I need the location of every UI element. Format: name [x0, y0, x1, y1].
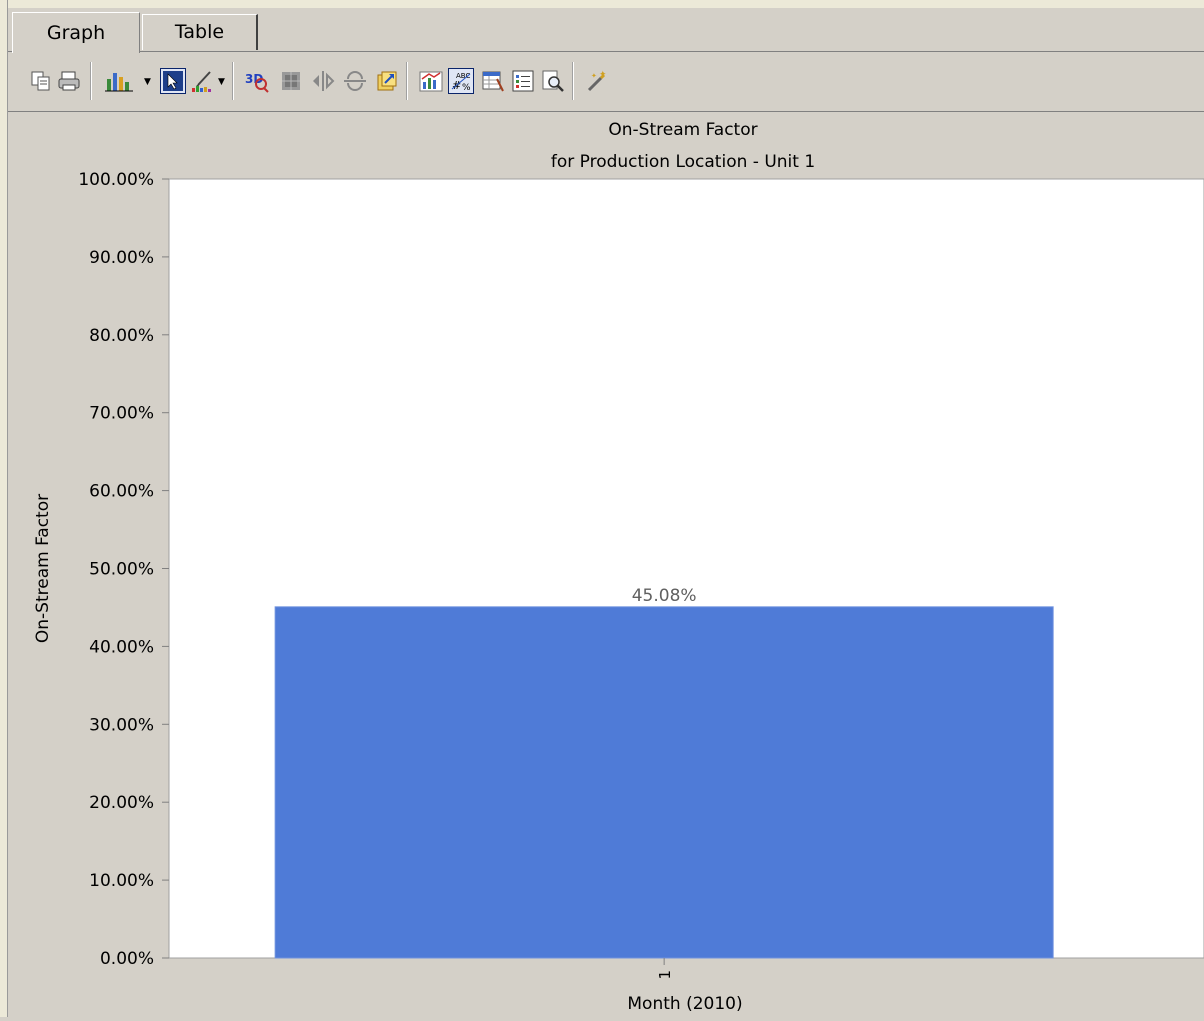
chart-type-dropdown-icon[interactable]: ▼ [144, 78, 152, 87]
y-axis-label: On-Stream Factor [33, 494, 53, 643]
legend-icon[interactable] [510, 68, 536, 94]
y-tick-label: 70.00% [89, 404, 154, 424]
bar-chart-type-icon[interactable] [100, 68, 140, 94]
grid-icon[interactable] [278, 68, 304, 94]
zoom-icon[interactable] [540, 68, 566, 94]
bar [274, 606, 1054, 959]
y-tick-label: 30.00% [89, 715, 154, 735]
y-tick-label: 40.00% [89, 637, 154, 657]
y-tick-label: 80.00% [89, 326, 154, 346]
axis-settings-icon[interactable] [418, 68, 444, 94]
chart-panel: On-Stream Factor for Production Location … [8, 112, 1204, 1017]
chart-title: On-Stream Factor [608, 120, 757, 140]
svg-text:✦: ✦ [599, 70, 607, 80]
tab-table[interactable]: Table [142, 14, 258, 50]
data-editor-icon[interactable] [480, 68, 506, 94]
tab-bar: Graph Table [8, 8, 1204, 53]
palette-icon[interactable] [190, 68, 216, 94]
rotate-horizontal-icon[interactable] [310, 68, 336, 94]
chart-subtitle: for Production Location - Unit 1 [551, 152, 815, 172]
y-tick-label: 50.00% [89, 560, 154, 580]
tab-graph[interactable]: Graph [12, 12, 140, 53]
rotate-vertical-icon[interactable] [342, 68, 368, 94]
y-tick-label: 0.00% [100, 949, 154, 969]
window-frame-left [0, 0, 8, 1017]
copy-icon[interactable] [28, 68, 54, 94]
bar-value-label: 45.08% [632, 586, 697, 606]
y-tick-label: 10.00% [89, 871, 154, 891]
svg-text:%: % [462, 83, 471, 93]
export-icon[interactable] [374, 68, 400, 94]
y-tick-label: 90.00% [89, 248, 154, 268]
chart-toolbar: ▼ ▼ 3D ABC#% ✦✦ [8, 52, 1204, 112]
y-tick-label: 60.00% [89, 482, 154, 502]
bar-chart: On-Stream Factor for Production Location … [33, 120, 1204, 1014]
svg-text:✦: ✦ [591, 72, 597, 80]
y-tick-label: 20.00% [89, 793, 154, 813]
wizard-icon[interactable]: ✦ ✦ [584, 68, 610, 94]
select-pointer-icon[interactable] [160, 68, 186, 94]
y-tick-label: 100.00% [78, 170, 154, 190]
print-icon[interactable] [56, 68, 82, 94]
window-frame-top [8, 0, 1204, 8]
x-tick-label: 1 [656, 970, 674, 980]
3d-view-icon[interactable]: 3D [242, 68, 272, 94]
palette-dropdown-icon[interactable]: ▼ [218, 78, 226, 87]
x-axis-label: Month (2010) [627, 994, 742, 1014]
point-labels-icon[interactable]: ABC#% [448, 68, 474, 94]
